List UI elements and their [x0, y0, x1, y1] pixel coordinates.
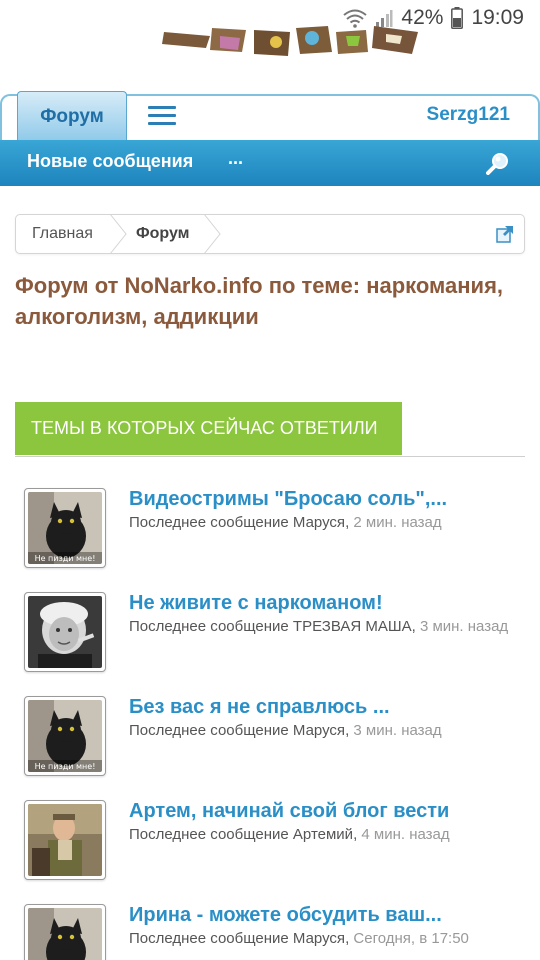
woman-avatar-image — [28, 596, 102, 668]
last-post-author[interactable]: Артемий — [293, 826, 353, 843]
last-post-author[interactable]: Маруся — [293, 930, 345, 947]
site-logo — [162, 26, 418, 56]
section-header: ТЕМЫ В КОТОРЫХ СЕЙЧАС ОТВЕТИЛИ — [15, 402, 402, 455]
tab-forum[interactable]: Форум — [17, 91, 127, 142]
man-avatar-image — [28, 804, 102, 876]
last-post-time: 2 мин. назад — [353, 514, 442, 531]
last-post-label: Последнее сообщение — [129, 826, 289, 843]
thread-title[interactable]: Ирина - можете обсудить ваш... — [129, 904, 442, 927]
subnav-bar: Новые сообщения ... — [0, 140, 540, 186]
more-link[interactable]: ... — [228, 148, 243, 169]
breadcrumb-home[interactable]: Главная — [32, 225, 93, 243]
last-post-label: Последнее сообщение — [129, 722, 289, 739]
thread-title[interactable]: Артем, начинай свой блог вести — [129, 800, 449, 823]
last-post-time: Сегодня, в 17:50 — [353, 930, 469, 947]
hamburger-menu-icon[interactable] — [148, 106, 176, 128]
chevron-separator-icon — [109, 214, 127, 254]
clock: 19:09 — [471, 6, 524, 29]
breadcrumb-forum[interactable]: Форум — [136, 225, 190, 243]
thread-title[interactable]: Без вас я не справлюсь ... — [129, 696, 390, 719]
thread-item[interactable]: Ирина - можете обсудить ваш... Последнее… — [24, 904, 524, 960]
thread-meta: Последнее сообщение Маруся, 2 мин. назад — [129, 514, 442, 531]
battery-icon — [451, 7, 464, 29]
breadcrumb: Главная Форум — [15, 214, 525, 254]
last-post-time: 3 мин. назад — [419, 618, 509, 635]
last-post-author[interactable]: Маруся — [293, 514, 345, 531]
avatar[interactable]: Не пизди мне! — [24, 696, 106, 776]
thread-meta: Последнее сообщение Артемий, 4 мин. наза… — [129, 826, 450, 843]
thread-item[interactable]: Не пизди мне! Видеостримы "Бросаю соль",… — [24, 488, 524, 568]
thread-meta: Последнее сообщение ТРЕЗВАЯ МАША, 3 мин.… — [129, 618, 509, 635]
avatar[interactable]: Не пизди мне! — [24, 488, 106, 568]
new-posts-link[interactable]: Новые сообщения — [27, 151, 193, 172]
thread-title[interactable]: Видеостримы "Бросаю соль",... — [129, 488, 447, 511]
page-title: Форум от NoNarko.info по теме: наркомани… — [15, 273, 504, 329]
username-link[interactable]: Serzg121 — [427, 104, 510, 126]
thread-meta: Последнее сообщение Маруся, 3 мин. назад — [129, 722, 442, 739]
search-icon[interactable] — [486, 151, 510, 175]
thread-item[interactable]: Артем, начинай свой блог вести Последнее… — [24, 800, 524, 880]
last-post-time: 4 мин. назад — [361, 826, 450, 843]
chevron-separator-icon — [203, 214, 221, 254]
last-post-label: Последнее сообщение — [129, 514, 289, 531]
last-post-author[interactable]: ТРЕЗВАЯ МАША — [293, 618, 412, 635]
thread-meta: Последнее сообщение Маруся, Сегодня, в 1… — [129, 930, 469, 947]
thread-item[interactable]: Не пизди мне! Без вас я не справлюсь ...… — [24, 696, 524, 776]
avatar-caption: Не пизди мне! — [35, 762, 96, 771]
cat-avatar-image — [28, 908, 102, 960]
thread-item[interactable]: Не живите с наркоманом! Последнее сообще… — [24, 592, 524, 672]
last-post-label: Последнее сообщение — [129, 618, 289, 635]
cat-avatar-image: Не пизди мне! — [28, 700, 102, 772]
avatar[interactable] — [24, 592, 106, 672]
top-nav: Форум Serzg121 — [0, 88, 540, 144]
last-post-label: Последнее сообщение — [129, 930, 289, 947]
popout-icon[interactable] — [496, 225, 514, 243]
last-post-author[interactable]: Маруся — [293, 722, 345, 739]
avatar[interactable] — [24, 904, 106, 960]
avatar-caption: Не пизди мне! — [35, 554, 96, 563]
last-post-time: 3 мин. назад — [353, 722, 442, 739]
avatar[interactable] — [24, 800, 106, 880]
thread-title[interactable]: Не живите с наркоманом! — [129, 592, 383, 615]
cat-avatar-image: Не пизди мне! — [28, 492, 102, 564]
section-divider — [15, 456, 525, 457]
